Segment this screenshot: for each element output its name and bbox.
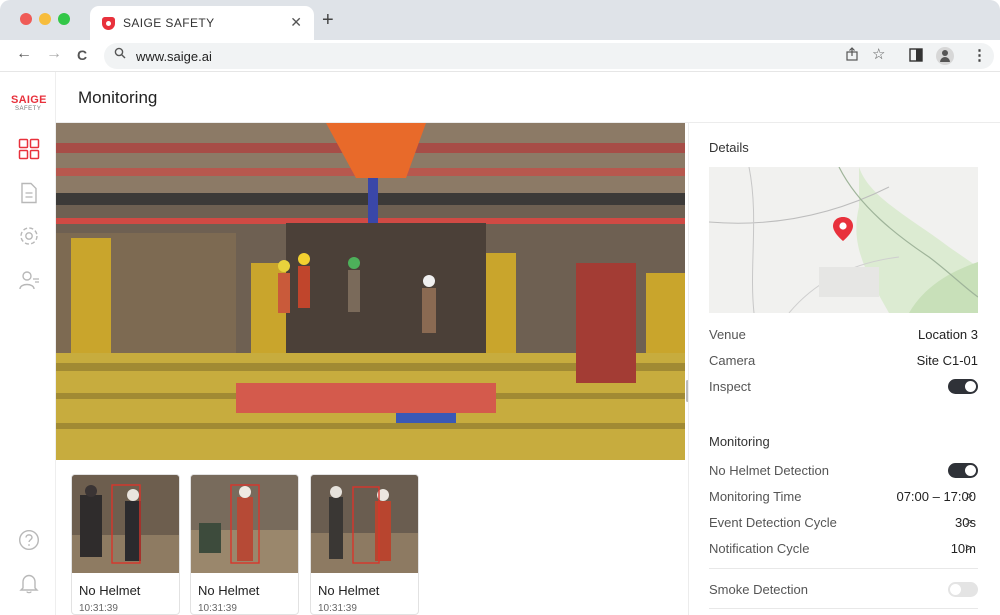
- event-time: 10:31:39: [318, 603, 357, 614]
- event-snapshot-image: [191, 475, 298, 573]
- help-icon[interactable]: [18, 529, 40, 551]
- logo-wordmark: SAIGE: [11, 94, 47, 106]
- bookmark-star-icon[interactable]: ☆: [872, 45, 885, 63]
- side-panel-icon[interactable]: [909, 48, 923, 65]
- event-card[interactable]: No Helmet 10:31:39: [190, 474, 299, 615]
- event-card[interactable]: No Helmet 10:31:39: [310, 474, 419, 615]
- dashboard-icon[interactable]: [18, 138, 40, 160]
- smoke-detection-label: Smoke Detection: [709, 582, 808, 597]
- event-snapshot-image: [311, 475, 418, 573]
- browser-tab[interactable]: SAIGE SAFETY ✕: [90, 6, 314, 40]
- logo-subtitle: SAFETY: [15, 106, 42, 112]
- maximize-window-button[interactable]: [58, 13, 70, 25]
- more-menu-icon[interactable]: ⋮: [972, 46, 987, 64]
- browser-toolbar: ← → C www.saige.ai ☆ ⋮: [0, 40, 1000, 72]
- bell-icon[interactable]: [18, 572, 40, 594]
- camera-feed-image[interactable]: [56, 123, 685, 460]
- event-label: No Helmet: [198, 583, 260, 598]
- browser-window: SAIGE SAFETY ✕ + ← → C www.saige.ai ☆ ⋮ …: [0, 0, 1000, 615]
- saige-favicon-icon: [102, 17, 115, 30]
- event-label: No Helmet: [318, 583, 380, 598]
- app-sidebar: SAIGE SAFETY: [0, 72, 56, 615]
- chevron-right-icon[interactable]: >: [965, 540, 973, 555]
- url-text[interactable]: www.saige.ai: [136, 49, 212, 64]
- event-card[interactable]: No Helmet 10:31:39: [71, 474, 180, 615]
- event-snapshot-image: [72, 475, 179, 573]
- smoke-detection-toggle[interactable]: [948, 582, 978, 597]
- chevron-right-icon[interactable]: >: [965, 488, 973, 503]
- profile-avatar-icon[interactable]: [936, 47, 954, 65]
- panel-divider: [688, 123, 689, 615]
- address-bar[interactable]: www.saige.ai ☆: [104, 43, 994, 69]
- toggle-knob: [965, 381, 976, 392]
- toggle-knob: [965, 465, 976, 476]
- event-time: 10:31:39: [79, 603, 118, 614]
- section-divider: [709, 608, 978, 609]
- details-title: Details: [709, 140, 749, 155]
- no-helmet-detection-label: No Helmet Detection: [709, 463, 829, 478]
- reload-button[interactable]: C: [72, 47, 92, 63]
- new-tab-button[interactable]: +: [322, 9, 334, 32]
- monitoring-time-label: Monitoring Time: [709, 489, 802, 504]
- event-label: No Helmet: [79, 583, 141, 598]
- no-helmet-detection-toggle[interactable]: [948, 463, 978, 478]
- camera-label: Camera: [709, 353, 756, 368]
- event-detection-cycle-label: Event Detection Cycle: [709, 515, 837, 530]
- share-icon[interactable]: [846, 47, 858, 64]
- location-map[interactable]: [709, 167, 978, 313]
- users-icon[interactable]: [18, 269, 40, 291]
- notification-cycle-label: Notification Cycle: [709, 541, 810, 556]
- minimize-window-button[interactable]: [39, 13, 51, 25]
- back-button[interactable]: ←: [14, 45, 34, 63]
- toggle-knob: [950, 584, 961, 595]
- tab-close-icon[interactable]: ✕: [290, 14, 302, 31]
- forward-button[interactable]: →: [44, 45, 64, 63]
- inspect-label: Inspect: [709, 379, 751, 394]
- event-time: 10:31:39: [198, 603, 237, 614]
- document-icon[interactable]: [18, 182, 40, 204]
- search-icon: [114, 47, 126, 62]
- chevron-right-icon[interactable]: >: [965, 514, 973, 529]
- monitoring-section-title: Monitoring: [709, 434, 770, 449]
- venue-value: Location 3: [918, 327, 978, 342]
- page-title: Monitoring: [78, 88, 158, 107]
- inspect-toggle[interactable]: [948, 379, 978, 394]
- camera-value: Site C1-01: [916, 353, 978, 368]
- section-divider: [709, 568, 978, 569]
- settings-icon[interactable]: [18, 225, 40, 247]
- tab-strip: SAIGE SAFETY ✕ +: [0, 0, 1000, 40]
- venue-label: Venue: [709, 327, 746, 342]
- tab-title: SAIGE SAFETY: [123, 16, 215, 30]
- close-window-button[interactable]: [20, 13, 32, 25]
